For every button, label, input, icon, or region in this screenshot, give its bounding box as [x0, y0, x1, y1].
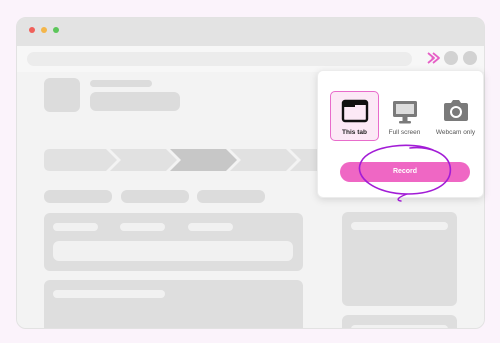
- placeholder-filter: [197, 190, 265, 203]
- placeholder-card: [44, 213, 303, 271]
- option-label: Webcam only: [435, 129, 476, 136]
- record-button[interactable]: Record: [340, 162, 470, 182]
- camera-icon: [443, 100, 468, 121]
- placeholder-filter: [44, 190, 112, 203]
- placeholder-line: [53, 223, 98, 231]
- browser-toolbar: [17, 46, 484, 72]
- recorder-popup: This tab Full screen Webcam only Record: [317, 70, 484, 198]
- placeholder-card: [44, 280, 303, 328]
- minimize-window-button[interactable]: [41, 27, 47, 33]
- placeholder-logo: [44, 78, 80, 112]
- title-bar: [17, 18, 484, 46]
- placeholder-line: [90, 80, 152, 87]
- address-bar[interactable]: [27, 52, 412, 66]
- placeholder-title: [90, 92, 180, 111]
- close-window-button[interactable]: [29, 27, 35, 33]
- placeholder-filter: [121, 190, 189, 203]
- maximize-window-button[interactable]: [53, 27, 59, 33]
- screen-recorder-icon[interactable]: [425, 50, 441, 66]
- option-webcam-only[interactable]: Webcam only: [431, 91, 480, 141]
- placeholder-sidebar-card: [342, 212, 457, 306]
- placeholder-line: [351, 222, 448, 230]
- placeholder-line: [120, 223, 165, 231]
- browser-tab-icon: [341, 99, 368, 123]
- placeholder-line: [53, 290, 165, 298]
- placeholder-sidebar-card: [342, 315, 457, 328]
- placeholder-input: [53, 241, 293, 261]
- toolbar-extension-button[interactable]: [444, 51, 458, 65]
- placeholder-line: [188, 223, 233, 231]
- placeholder-line: [351, 325, 448, 328]
- profile-avatar[interactable]: [463, 51, 477, 65]
- progress-steps: [44, 149, 334, 171]
- monitor-icon: [392, 101, 417, 124]
